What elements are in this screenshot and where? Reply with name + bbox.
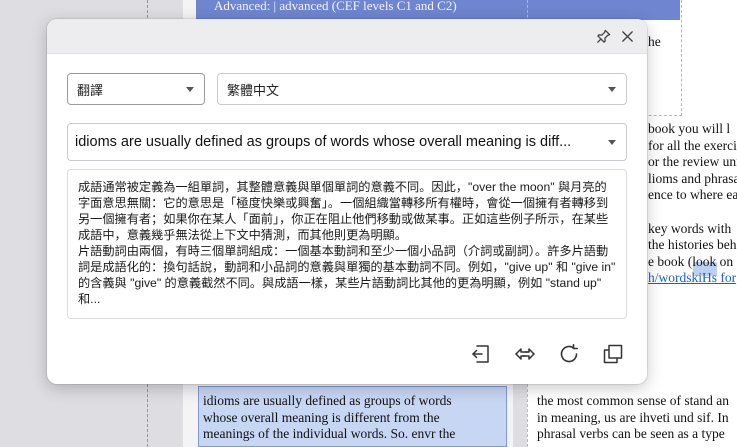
translation-popup: 翻譯 繁體中文 idioms are usually defined as gr… <box>47 19 647 384</box>
refresh-icon[interactable] <box>557 342 581 366</box>
pin-icon[interactable] <box>594 27 612 45</box>
document-left-bottom-text: idioms are usually defined as groups of … <box>203 393 456 442</box>
document-right-mid-text: book you will l for all the exercis or t… <box>648 121 737 287</box>
chevron-down-icon <box>186 87 194 92</box>
target-language-select[interactable]: 繁體中文 <box>217 73 627 105</box>
document-link[interactable]: h/wordskiHs for <box>648 270 737 287</box>
mode-select[interactable]: 翻譯 <box>67 73 205 105</box>
swap-icon[interactable] <box>513 342 537 366</box>
copy-icon[interactable] <box>601 342 625 366</box>
source-text-value: idioms are usually defined as groups of … <box>75 134 572 150</box>
popup-titlebar[interactable] <box>47 19 647 54</box>
document-right-bottom-text: the most common sense of stand an in mea… <box>537 393 729 442</box>
source-text-select[interactable]: idioms are usually defined as groups of … <box>67 123 627 161</box>
chevron-down-icon <box>608 87 616 92</box>
result-paragraph: 片語動詞由兩個，有時三個單詞組成：一個基本動詞和至少一個小品詞（介詞或副詞）。許… <box>78 244 616 306</box>
mode-select-value: 翻譯 <box>77 82 104 98</box>
result-paragraph: 成語通常被定義為一組單詞，其整體意義與單個單詞的意義不同。因此，"over th… <box>78 180 609 242</box>
close-icon[interactable] <box>618 27 636 45</box>
chevron-down-icon <box>608 140 616 145</box>
undo-icon[interactable] <box>469 342 493 366</box>
document-right-top-text: he <box>648 34 661 49</box>
translation-result[interactable]: 成語通常被定義為一組單詞，其整體意義與單個單詞的意義不同。因此，"over th… <box>67 169 627 319</box>
target-language-value: 繁體中文 <box>227 82 280 98</box>
